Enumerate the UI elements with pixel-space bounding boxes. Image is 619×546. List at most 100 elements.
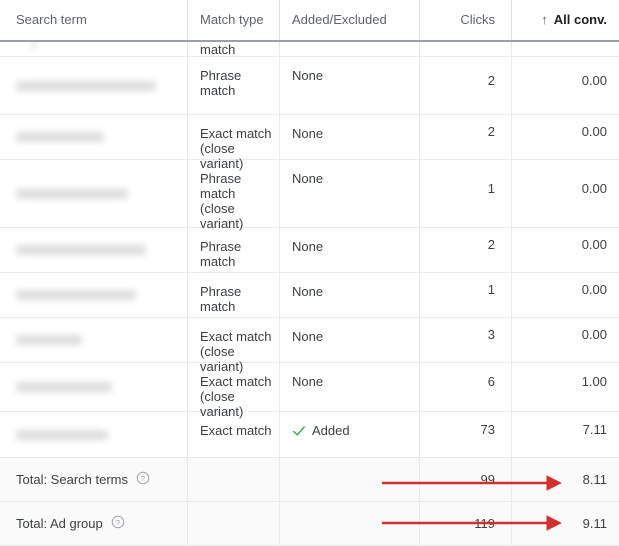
added-label: None <box>292 239 324 254</box>
redacted-search-term <box>0 115 187 159</box>
added-label: None <box>292 329 324 344</box>
cell-match-type: Exact match (close variant) <box>188 115 280 171</box>
table-row[interactable]: Phrase match None 1 0.00 <box>0 273 619 318</box>
redaction-bar <box>16 132 104 142</box>
cell-search-term <box>0 412 188 457</box>
redacted-search-term <box>0 228 187 272</box>
added-label: None <box>292 171 324 186</box>
cell-clicks: 6 <box>420 363 512 411</box>
cell-search-term <box>0 57 188 114</box>
cell-all-conv: 0.00 <box>581 124 607 139</box>
cell-search-term <box>0 273 188 317</box>
table-row[interactable]: Exact match (close variant) None 2 0.00 <box>0 115 619 171</box>
search-terms-table: Search term Match type Added/Excluded Cl… <box>0 0 619 546</box>
cell-match-type: Phrase match <box>188 57 280 114</box>
table-row[interactable]: Exact match (close variant) None 3 0.00 <box>0 318 619 374</box>
cell-match-type: Exact match <box>188 412 280 457</box>
column-header-all-conv[interactable]: ↑ All conv. <box>512 0 619 40</box>
redaction-bar <box>16 335 82 345</box>
total-row: Total: Search terms? 99 8.11 <box>0 458 619 502</box>
redacted-search-term <box>0 160 187 227</box>
redaction-bar <box>16 188 128 199</box>
cell-all-conv <box>512 42 619 56</box>
cell-all-conv: 0.00 <box>581 237 607 252</box>
help-icon[interactable]: ? <box>111 515 125 532</box>
cell-added-excluded: None <box>280 363 420 411</box>
cell-clicks: 2 <box>420 228 512 272</box>
cell-match-type: Phrase match (close variant) <box>188 160 280 231</box>
redacted-search-term <box>0 57 187 114</box>
cell-match-type: Exact match (close variant) <box>188 318 280 374</box>
cell-clicks: 2 <box>420 57 512 114</box>
added-label: Added <box>312 423 350 438</box>
cell-search-term <box>0 115 188 159</box>
added-label: None <box>292 126 324 141</box>
total-cell-added-excluded <box>280 458 420 501</box>
cell-added-excluded: None <box>280 318 420 362</box>
total-cell-added-excluded <box>280 502 420 545</box>
redacted-search-term <box>0 318 187 362</box>
added-label: None <box>292 284 324 299</box>
cell-all-conv: 7.11 <box>582 421 607 437</box>
cell-match-type: Exact match (close variant) <box>188 363 280 419</box>
table-body: match Phrase match None 2 0.00 Exact match (clo… <box>0 42 619 458</box>
cell-clicks: 1 <box>420 273 512 317</box>
cell-added-excluded: None <box>280 160 420 227</box>
redaction-bar <box>16 290 136 300</box>
cell-all-conv: 1.00 <box>581 374 607 389</box>
sort-ascending-icon: ↑ <box>541 12 548 27</box>
table-header-row: Search term Match type Added/Excluded Cl… <box>0 0 619 42</box>
total-cell-match-type <box>188 502 280 545</box>
cell-all-conv: 0.00 <box>581 180 607 196</box>
cell-search-term <box>0 228 188 272</box>
cell-clicks: 1 <box>420 160 512 227</box>
cell-search-term <box>0 318 188 362</box>
column-header-search-term[interactable]: Search term <box>0 0 188 40</box>
redacted-search-term <box>0 363 187 411</box>
table-row[interactable]: Exact match Added 73 7.11 <box>0 412 619 458</box>
total-label-cell: Total: Search terms? <box>0 458 188 501</box>
help-icon[interactable]: ? <box>136 471 150 488</box>
cell-added-excluded: None <box>280 115 420 159</box>
table-row[interactable]: Phrase match (close variant) None 1 0.00 <box>0 160 619 231</box>
added-status: Added <box>292 423 419 438</box>
cell-all-conv: 0.00 <box>581 72 607 88</box>
table-row-partial[interactable]: match <box>0 42 619 57</box>
svg-text:?: ? <box>141 474 145 483</box>
redaction-bar <box>16 382 112 392</box>
cell-search-term <box>0 42 188 56</box>
total-cell-clicks: 99 <box>420 458 512 501</box>
table-row[interactable]: Exact match (close variant) None 6 1.00 <box>0 363 619 419</box>
table-totals: Total: Search terms? 99 8.11 Total: Ad grou… <box>0 458 619 546</box>
column-header-clicks[interactable]: Clicks <box>420 0 512 40</box>
redaction-bar <box>32 42 36 49</box>
cell-added-excluded: None <box>280 228 420 272</box>
cell-clicks <box>420 42 512 56</box>
cell-match-type: Phrase match <box>188 228 280 272</box>
table-row[interactable]: Phrase match None 2 0.00 <box>0 57 619 115</box>
cell-search-term <box>0 363 188 411</box>
cell-added-excluded: Added <box>280 412 420 457</box>
redaction-bar <box>16 245 146 255</box>
cell-search-term <box>0 160 188 227</box>
cell-all-conv: 0.00 <box>581 327 607 342</box>
total-label-text: Total: Search terms <box>16 472 128 487</box>
redacted-search-term <box>16 42 187 49</box>
cell-clicks: 2 <box>420 115 512 159</box>
column-header-added-excluded[interactable]: Added/Excluded <box>280 0 420 40</box>
total-cell-all-conv: 9.11 <box>582 516 607 531</box>
cell-match-type: match <box>188 42 280 56</box>
total-label-cell: Total: Ad group? <box>0 502 188 545</box>
cell-added-excluded <box>280 42 420 56</box>
added-label: None <box>292 68 324 83</box>
svg-text:?: ? <box>116 518 120 527</box>
redaction-bar <box>16 429 108 440</box>
redacted-search-term <box>0 273 187 317</box>
table-row[interactable]: Phrase match None 2 0.00 <box>0 228 619 273</box>
column-header-match-type[interactable]: Match type <box>188 0 280 40</box>
cell-added-excluded: None <box>280 273 420 317</box>
total-label-text: Total: Ad group <box>16 516 103 531</box>
total-label: Total: Ad group? <box>16 515 125 532</box>
total-row: Total: Ad group? 119 9.11 <box>0 502 619 546</box>
redaction-bar <box>16 80 156 91</box>
